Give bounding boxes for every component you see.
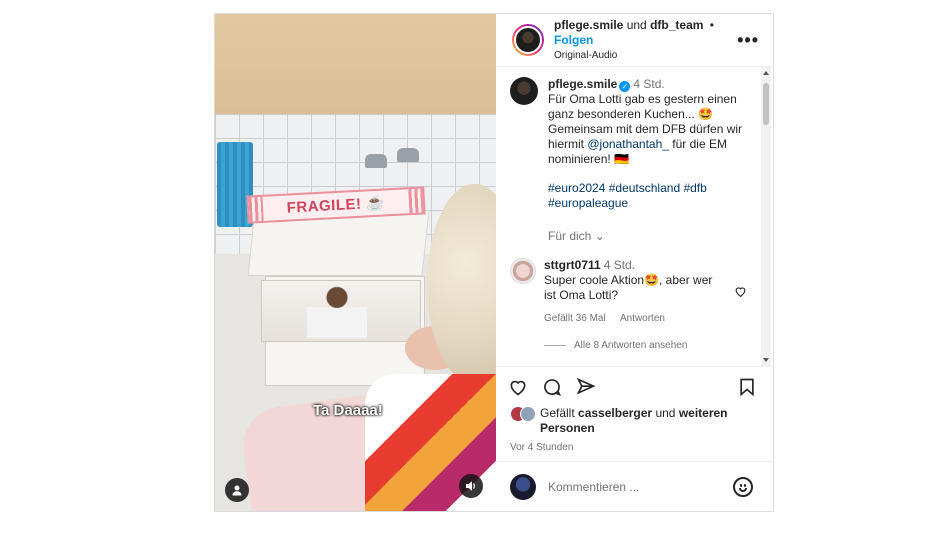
video-player[interactable]: FRAGILE! ☕ Ta Daaaa!	[215, 14, 496, 511]
scroll-up-icon[interactable]	[763, 71, 769, 75]
scrollbar[interactable]	[761, 67, 771, 366]
action-bar	[496, 366, 773, 406]
person-icon	[232, 485, 242, 496]
share-icon[interactable]	[576, 377, 596, 397]
cake-photo	[307, 286, 367, 338]
liker-avatars	[510, 406, 540, 422]
heart-icon[interactable]	[508, 377, 528, 397]
hashtags[interactable]: #euro2024 #deutschland #dfb #europaleagu…	[548, 181, 743, 211]
avatar	[510, 473, 536, 500]
see-translation-button[interactable]: Für dich ⌄	[548, 229, 743, 244]
likes-and: und	[655, 406, 676, 420]
likes-summary[interactable]: Gefällt casselberger und weiteren Person…	[496, 406, 773, 436]
comment-item: sttgrt0711 4 Std. Super coole Aktion🤩, ab…	[510, 258, 753, 326]
post-side-panel: pflege.smile und dfb_team • Folgen Origi…	[496, 14, 773, 511]
video-faucet	[397, 148, 419, 162]
username-link[interactable]: pflege.smile	[554, 18, 623, 32]
comment-username[interactable]: sttgrt0711	[544, 258, 601, 272]
comment-input[interactable]	[548, 479, 733, 494]
comment-composer	[496, 461, 773, 511]
comment-like-heart-icon[interactable]	[734, 285, 747, 298]
verified-badge-icon: ✓	[619, 81, 631, 92]
speaker-icon	[466, 481, 475, 491]
comment-text: Super coole Aktion🤩, aber wer ist Oma Lo…	[544, 273, 713, 302]
reply-button[interactable]: Antworten	[620, 313, 665, 324]
avatar[interactable]	[510, 258, 536, 284]
mention-link[interactable]: @jonathantah_	[587, 137, 669, 151]
more-options-icon[interactable]: •••	[737, 30, 759, 51]
post-timestamp[interactable]: Vor 4 Stunden	[496, 436, 773, 453]
view-replies-button[interactable]: Alle 8 Antworten ansehen	[544, 340, 753, 351]
video-wall	[215, 14, 496, 126]
post-dialog: FRAGILE! ☕ Ta Daaaa! pflege.smile und df…	[214, 13, 774, 512]
caption-username[interactable]: pflege.smile	[548, 77, 617, 91]
bookmark-icon[interactable]	[737, 377, 757, 397]
conjunction-text: und	[626, 17, 647, 32]
audio-link[interactable]: Original-Audio	[554, 48, 737, 63]
post-caption: pflege.smile ✓ 4 Std. Für Oma Lotti gab es…	[510, 77, 753, 244]
comments-scroll-area[interactable]: pflege.smile ✓ 4 Std. Für Oma Lotti gab es…	[496, 67, 773, 366]
video-caption: Ta Daaaa!	[313, 402, 383, 419]
video-faucet	[365, 154, 387, 168]
likes-prefix: Gefällt	[540, 406, 575, 420]
post-header: pflege.smile und dfb_team • Folgen Origi…	[496, 14, 773, 67]
scroll-down-icon[interactable]	[763, 358, 769, 362]
comment-likes[interactable]: Gefällt 36 Mal	[544, 313, 606, 324]
liker-username[interactable]: casselberger	[578, 406, 652, 420]
collab-username-link[interactable]: dfb_team	[650, 18, 703, 32]
comment-time: 4 Std.	[603, 258, 636, 272]
avatar[interactable]	[512, 24, 544, 56]
scrollbar-thumb[interactable]	[763, 83, 769, 125]
tagged-users-button[interactable]	[225, 478, 249, 502]
caption-time: 4 Std.	[633, 77, 665, 91]
follow-button[interactable]: Folgen	[554, 33, 593, 47]
avatar[interactable]	[510, 77, 538, 105]
mute-button[interactable]	[459, 474, 483, 498]
separator-dot: •	[709, 17, 714, 32]
comment-icon[interactable]	[542, 377, 562, 397]
chevron-down-icon: ⌄	[594, 229, 605, 243]
emoji-icon[interactable]	[733, 476, 753, 497]
